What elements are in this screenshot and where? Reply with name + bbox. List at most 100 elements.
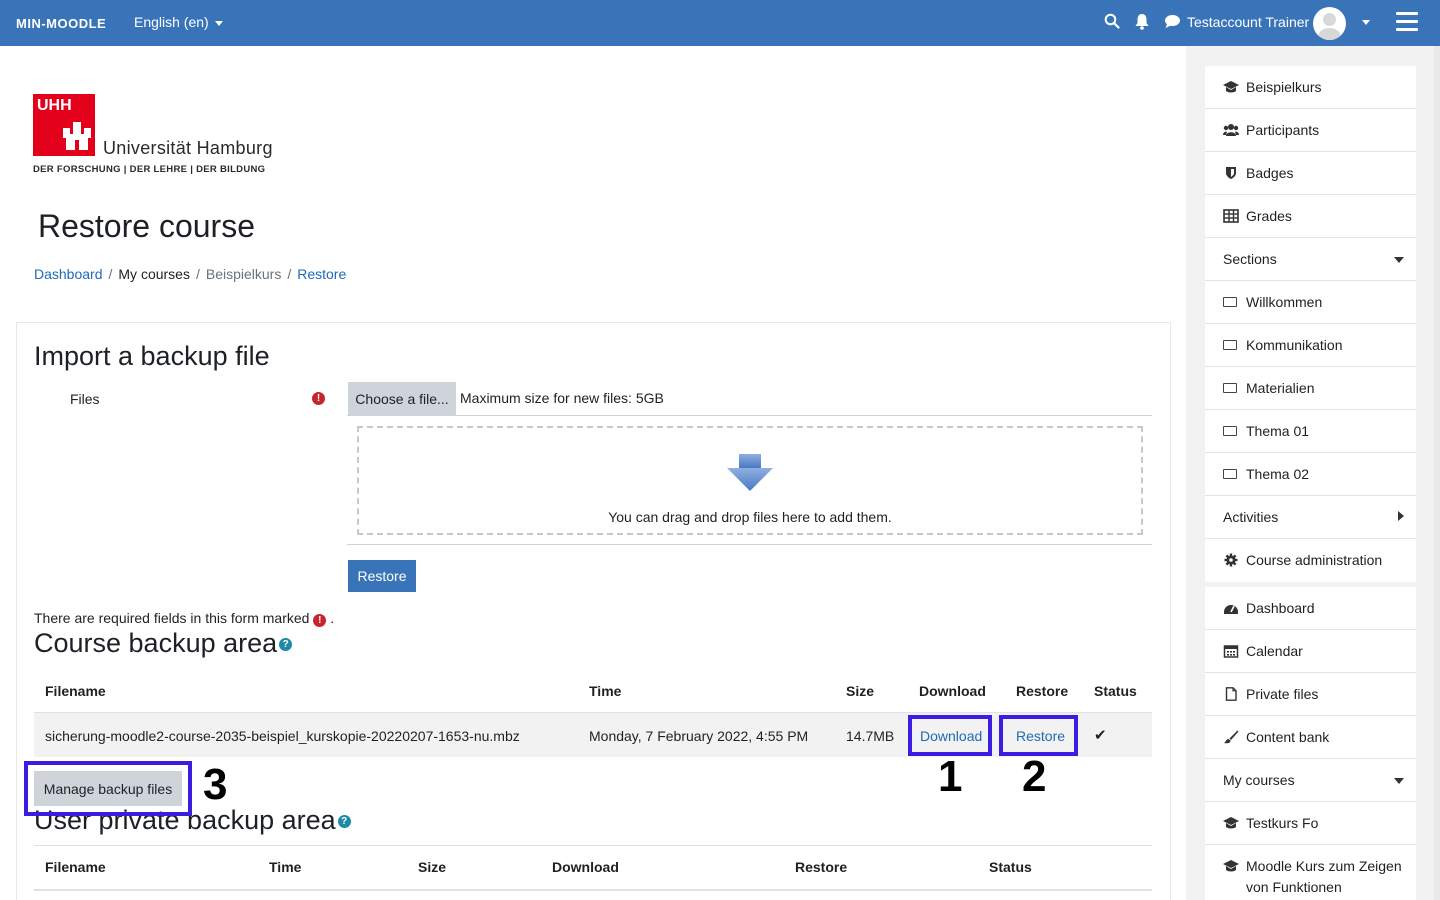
breadcrumb-separator: /	[287, 266, 292, 282]
sidebar-item-participants[interactable]: Participants	[1205, 109, 1416, 152]
sidebar-item-course-administration[interactable]: Course administration	[1205, 539, 1416, 582]
chat-icon[interactable]	[1164, 14, 1181, 29]
calendar-icon	[1223, 645, 1239, 658]
files-label: Files	[70, 391, 100, 407]
scrollbar[interactable]	[1434, 46, 1440, 900]
gear-icon	[1224, 553, 1238, 567]
status-check-icon: ✔	[1094, 727, 1107, 744]
backup-time: Monday, 7 February 2022, 4:55 PM	[589, 728, 809, 744]
sidebar-item-label: Thema 01	[1246, 423, 1310, 439]
top-navbar: MIN-MOODLE English (en) Testaccount Trai…	[0, 0, 1440, 46]
required-icon: !	[312, 392, 325, 405]
folder-icon	[1223, 297, 1237, 307]
file-dropzone[interactable]: You can drag and drop files here to add …	[357, 426, 1143, 535]
breadcrumb-my-courses[interactable]: My courses	[118, 266, 190, 282]
hamburger-menu-icon[interactable]	[1396, 12, 1418, 32]
col-filename: Filename	[45, 683, 106, 699]
sidebar-item-label: Testkurs Fo	[1246, 815, 1319, 831]
table-divider	[34, 889, 1152, 891]
col-restore: Restore	[1016, 683, 1069, 699]
required-icon: !	[313, 614, 327, 627]
search-icon[interactable]	[1104, 13, 1120, 29]
sidebar-item-content-bank[interactable]: Content bank	[1205, 716, 1416, 759]
dashboard-icon	[1224, 605, 1238, 614]
highlight-download-box	[908, 715, 992, 756]
table-icon	[1223, 209, 1239, 223]
course-backup-heading-text: Course backup area	[34, 628, 278, 658]
sidebar-item-label: Sections	[1223, 251, 1277, 267]
sidebar-item-label: Materialien	[1246, 380, 1315, 396]
required-note-end: .	[330, 610, 335, 626]
col-size: Size	[846, 683, 875, 699]
table-divider	[34, 845, 1152, 846]
sidebar-item-kommunikation[interactable]: Kommunikation	[1205, 324, 1416, 367]
folder-icon	[1223, 469, 1237, 479]
sidebar-item-label: Content bank	[1246, 729, 1330, 745]
sidebar-item-label: Dashboard	[1246, 600, 1315, 616]
sidebar-item-materialien[interactable]: Materialien	[1205, 367, 1416, 410]
file-icon	[1225, 687, 1237, 701]
file-dropzone-container[interactable]: You can drag and drop files here to add …	[347, 415, 1152, 545]
backup-size: 14.7MB	[846, 728, 895, 744]
sidebar-item-calendar[interactable]: Calendar	[1205, 630, 1416, 673]
folder-icon	[1223, 340, 1237, 350]
logo-mark: UHH	[33, 94, 95, 156]
sidebar-item-grades[interactable]: Grades	[1205, 195, 1416, 238]
col-download: Download	[552, 859, 619, 875]
sidebar-item-moodle-kurs[interactable]: Moodle Kurs zum Zeigen von Funktionen	[1205, 845, 1416, 900]
breadcrumb-restore[interactable]: Restore	[297, 266, 346, 282]
choose-file-button[interactable]: Choose a file...	[348, 382, 456, 415]
logo-tagline: DER FORSCHUNG | DER LEHRE | DER BILDUNG	[33, 164, 266, 175]
highlight-manage-box	[24, 761, 192, 816]
sidebar-item-label: Participants	[1246, 122, 1320, 138]
restore-button[interactable]: Restore	[348, 560, 416, 592]
folder-icon	[1223, 426, 1237, 436]
sidebar-item-testkurs-fo[interactable]: Testkurs Fo	[1205, 802, 1416, 845]
folder-icon	[1223, 383, 1237, 393]
bell-icon[interactable]	[1134, 13, 1150, 30]
col-time: Time	[269, 859, 302, 875]
help-icon[interactable]: ?	[337, 815, 351, 829]
breadcrumb-course[interactable]: Beispielkurs	[206, 266, 281, 282]
graduation-cap-icon	[1223, 817, 1239, 829]
col-status: Status	[1094, 683, 1137, 699]
sidebar-item-private-files[interactable]: Private files	[1205, 673, 1416, 716]
sidebar-item-badges[interactable]: Badges	[1205, 152, 1416, 195]
site-navigation-block: Dashboard Calendar Private files Content…	[1205, 587, 1416, 900]
breadcrumb-dashboard[interactable]: Dashboard	[34, 266, 103, 282]
sidebar-item-label: Grades	[1246, 208, 1292, 224]
sidebar-item-thema-02[interactable]: Thema 02	[1205, 453, 1416, 496]
brush-icon	[1224, 730, 1239, 744]
sidebar-item-beispielkurs[interactable]: Beispielkurs	[1205, 66, 1416, 109]
sidebar-item-label: Calendar	[1246, 643, 1303, 659]
language-menu[interactable]: English (en)	[134, 14, 223, 30]
sidebar-item-activities[interactable]: Activities	[1205, 496, 1416, 539]
sidebar-item-label: Activities	[1223, 509, 1279, 525]
import-heading: Import a backup file	[34, 341, 270, 371]
sidebar-item-label: Course administration	[1246, 552, 1383, 568]
course-navigation-block: Beispielkurs Participants Badges Grades …	[1205, 66, 1416, 582]
col-status: Status	[989, 859, 1032, 875]
sidebar-item-label: Beispielkurs	[1246, 79, 1322, 95]
help-icon[interactable]: ?	[279, 638, 293, 652]
col-download: Download	[919, 683, 986, 699]
sidebar-item-willkommen[interactable]: Willkommen	[1205, 281, 1416, 324]
annotation-number-3: 3	[203, 760, 228, 809]
user-name[interactable]: Testaccount Trainer	[1187, 14, 1309, 30]
university-logo: UHH Universität Hamburg DER FORSCHUNG | …	[33, 94, 293, 178]
site-brand[interactable]: MIN-MOODLE	[16, 16, 106, 31]
sidebar-item-dashboard[interactable]: Dashboard	[1205, 587, 1416, 630]
logo-university-name: Universität Hamburg	[103, 138, 273, 158]
sidebar-item-my-courses[interactable]: My courses	[1205, 759, 1416, 802]
chevron-down-icon	[1394, 257, 1404, 263]
col-filename: Filename	[45, 859, 106, 875]
annotation-number-1: 1	[938, 752, 963, 801]
avatar[interactable]	[1313, 7, 1346, 40]
page-title: Restore course	[38, 208, 255, 244]
user-menu-chevron-down-icon[interactable]	[1362, 20, 1370, 25]
sidebar-item-thema-01[interactable]: Thema 01	[1205, 410, 1416, 453]
sidebar-item-label: Kommunikation	[1246, 337, 1343, 353]
chevron-down-icon	[214, 20, 223, 26]
sidebar-item-label: Thema 02	[1246, 466, 1310, 482]
sidebar-item-sections[interactable]: Sections	[1205, 238, 1416, 281]
